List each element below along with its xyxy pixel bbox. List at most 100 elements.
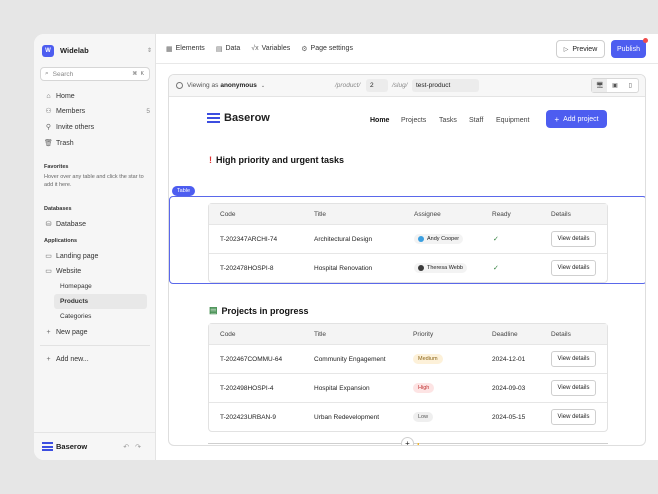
sidebar: W Widelab ⇕ ⌕ Search ⌘ K ⌂ Home ⚇ Member… [34, 34, 156, 460]
viewing-as-selector[interactable]: Viewing as anonymous ⌄ [176, 82, 265, 89]
tasks-table: Code Title Assignee Ready Details T-2023… [208, 203, 608, 283]
baserow-logo-icon [42, 442, 53, 451]
nav-link-staff[interactable]: Staff [469, 117, 483, 124]
view-details-button[interactable]: View details [551, 260, 596, 276]
plus-icon: + [554, 114, 560, 124]
elements-label: Elements [175, 45, 205, 52]
project-deadline: 2024-12-01 [492, 355, 526, 363]
projects-heading: ▤ Projects in progress [209, 305, 309, 316]
home-icon: ⌂ [46, 92, 51, 100]
nav-link-home[interactable]: Home [370, 117, 389, 124]
add-project-label: Add project [563, 115, 599, 123]
page-item-products[interactable]: Products [54, 294, 147, 309]
slug-param-label: /slug/ [392, 82, 408, 89]
publish-button[interactable]: Publish [611, 40, 646, 58]
nav-link-projects[interactable]: Projects [401, 117, 426, 124]
sidebar-footer: Baserow ↶↷ [34, 432, 155, 460]
sidebar-item-trash[interactable]: 🗑 Trash [44, 137, 152, 149]
add-new-button[interactable]: + Add new... [44, 353, 152, 365]
chevron-down-icon: ⌄ [260, 82, 266, 89]
data-icon: ▤ [215, 45, 223, 53]
ready-check-icon: ✓ [493, 265, 499, 272]
tasks-heading: ! High priority and urgent tasks [209, 155, 344, 165]
variables-button[interactable]: √x Variables [251, 45, 290, 52]
project-title: Community Engagement [314, 355, 386, 363]
column-header: Assignee [414, 210, 441, 218]
sidebar-item-database[interactable]: ⛁ Database [44, 218, 152, 230]
sidebar-divider [40, 345, 150, 346]
assignee-chip: Andy Cooper [414, 234, 464, 244]
sidebar-item-label: Trash [56, 139, 74, 147]
assignee-chip: Theresa Webb [414, 263, 467, 273]
page-item-homepage[interactable]: Homepage [54, 279, 147, 294]
view-details-button[interactable]: View details [551, 380, 596, 396]
sidebar-item-invite[interactable]: ⚲ Invite others [44, 121, 152, 133]
projects-table: Code Title Priority Deadline Details T-2… [208, 323, 608, 432]
sidebar-search-input[interactable]: ⌕ Search ⌘ K [40, 67, 150, 81]
sidebar-item-members[interactable]: ⚇ Members 5 [44, 105, 152, 117]
elements-icon: ▦ [166, 45, 173, 53]
page-brand[interactable]: Baserow [207, 112, 270, 124]
members-icon: ⚇ [45, 108, 52, 115]
slug-param-input[interactable]: test-product [412, 79, 479, 92]
application-icon: ▭ [45, 253, 52, 260]
view-details-button[interactable]: View details [551, 351, 596, 367]
variables-icon: √x [251, 45, 259, 52]
view-details-button[interactable]: View details [551, 231, 596, 247]
column-header: Title [314, 210, 327, 218]
smartphone-icon[interactable]: ▯ [623, 79, 638, 92]
databases-title: Databases [44, 206, 72, 212]
user-icon [176, 82, 183, 89]
page-item-categories[interactable]: Categories [54, 309, 147, 324]
task-code: T-202347ARCHI-74 [220, 235, 278, 243]
priority-cell: High [413, 383, 435, 393]
trash-icon: 🗑 [44, 140, 53, 147]
data-label: Data [225, 45, 241, 52]
assignee-pill: Theresa Webb [414, 263, 467, 273]
table-header-row: Code Title Assignee Ready Details [209, 204, 607, 224]
sidebar-item-label: Invite others [56, 123, 95, 131]
column-header: Deadline [492, 330, 518, 338]
workspace-name: Widelab [60, 46, 89, 55]
sidebar-item-label: Database [56, 220, 86, 228]
data-button[interactable]: ▤ Data [216, 45, 240, 53]
plus-icon: + [46, 328, 51, 336]
view-details-button[interactable]: View details [551, 409, 596, 425]
sidebar-item-website[interactable]: ▭ Website [44, 265, 152, 277]
product-param-input[interactable]: 2 [366, 79, 388, 92]
desktop-icon[interactable]: 🖥 [592, 79, 608, 92]
add-project-button[interactable]: + Add project [546, 110, 607, 128]
database-icon: ⛁ [45, 221, 52, 228]
table-row: T-202423URBAN-9 Urban Redevelopment Low … [209, 402, 607, 431]
viewing-user: anonymous [220, 82, 257, 89]
table-row: T-202498HOSPI-4 Hospital Expansion High … [209, 373, 607, 402]
elements-button[interactable]: ▦ Elements [166, 45, 205, 53]
page-settings-button[interactable]: ⚙ Page settings [301, 45, 353, 53]
new-page-button[interactable]: + New page [44, 326, 152, 338]
sidebar-item-landing-page[interactable]: ▭ Landing page [44, 250, 152, 262]
plus-icon: + [46, 355, 51, 363]
tablet-icon[interactable]: ▣ [607, 79, 622, 92]
preview-button[interactable]: ▷ Preview [556, 40, 605, 58]
add-new-label: Add new... [56, 355, 89, 363]
nav-link-tasks[interactable]: Tasks [439, 117, 457, 124]
undo-redo-icons[interactable]: ↶↷ [123, 443, 147, 451]
favorites-title: Favorites [44, 164, 69, 170]
workspace-switcher[interactable]: W Widelab ⇕ [42, 41, 152, 60]
table-header-row: Code Title Priority Deadline Details [209, 324, 607, 344]
members-count: 5 [146, 107, 150, 115]
page-settings-label: Page settings [310, 45, 353, 52]
table-row: T-202347ARCHI-74 Architectural Design An… [209, 224, 607, 253]
project-deadline: 2024-09-03 [492, 384, 526, 392]
priority-cell: Low [413, 412, 434, 422]
hand-cursor-icon: ☝ [411, 443, 422, 445]
table-row: T-202467COMMU-64 Community Engagement Me… [209, 344, 607, 373]
nav-link-equipment[interactable]: Equipment [496, 117, 529, 124]
sidebar-item-label: Members [56, 107, 86, 115]
exclamation-icon: ! [209, 155, 212, 165]
publish-label: Publish [617, 45, 640, 53]
baserow-logo-icon [207, 113, 220, 123]
priority-badge: High [413, 383, 435, 393]
sidebar-item-home[interactable]: ⌂ Home [44, 90, 152, 102]
search-icon: ⌕ [45, 70, 49, 77]
